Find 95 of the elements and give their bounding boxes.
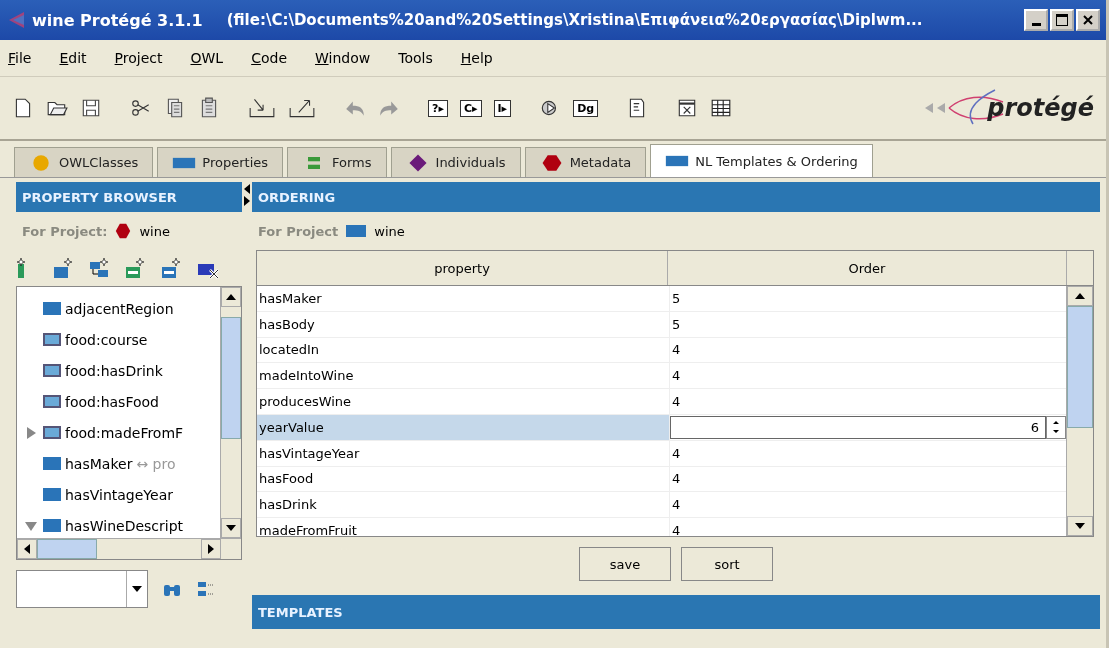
menu-item[interactable]: Edit bbox=[59, 50, 87, 66]
tree-item[interactable]: hasWineDescript bbox=[65, 517, 184, 534]
logo-wordmark: protégé bbox=[987, 94, 1094, 122]
tab[interactable]: NL Templates & Ordering bbox=[650, 144, 873, 177]
tree-item[interactable]: food:hasFood bbox=[65, 393, 159, 410]
table-cell[interactable]: hasFood bbox=[257, 466, 669, 492]
inverse-property-label: ↔ pro bbox=[136, 455, 176, 472]
menu-item[interactable]: Code bbox=[251, 50, 288, 66]
down-arrow-icon bbox=[1075, 523, 1085, 529]
imported-property-icon bbox=[43, 364, 61, 377]
scrollbar-thumb[interactable] bbox=[221, 317, 241, 439]
property-icon bbox=[43, 302, 61, 315]
table-cell[interactable]: hasMaker bbox=[257, 286, 669, 311]
scrollbar-thumb[interactable] bbox=[1067, 306, 1093, 428]
scroll-up-button[interactable] bbox=[221, 287, 241, 307]
property-icon bbox=[43, 457, 61, 470]
menu-item[interactable]: Window bbox=[315, 50, 371, 66]
table-cell[interactable]: hasDrink bbox=[257, 492, 669, 518]
menu-item[interactable]: Project bbox=[114, 50, 163, 66]
property-icon bbox=[43, 488, 61, 501]
scroll-up-button[interactable] bbox=[1067, 286, 1093, 306]
toolbar-button[interactable]: I▸ bbox=[493, 99, 512, 117]
import-icon[interactable] bbox=[248, 97, 276, 119]
dropdown-arrow-icon bbox=[132, 586, 142, 592]
project-name: wine bbox=[374, 223, 405, 239]
floppy-icon[interactable] bbox=[80, 97, 102, 119]
down-arrow-icon bbox=[226, 525, 236, 531]
scrollbar-thumb[interactable] bbox=[37, 539, 97, 559]
scroll-right-button[interactable] bbox=[201, 539, 221, 559]
hexagon-icon bbox=[115, 223, 132, 239]
maximize-button[interactable] bbox=[1050, 9, 1074, 31]
tree-item[interactable]: food:madeFromF bbox=[65, 424, 184, 441]
close-button[interactable] bbox=[1076, 9, 1100, 31]
window-title: wine Protégé 3.1.1 bbox=[32, 10, 203, 30]
expand-right-arrow-icon[interactable] bbox=[244, 196, 250, 206]
panel-header: ORDERING bbox=[252, 182, 1100, 212]
scroll-down-button[interactable] bbox=[1067, 516, 1093, 536]
menu-item[interactable]: OWL bbox=[190, 50, 224, 66]
save-button[interactable]: save bbox=[579, 547, 671, 581]
toolbar-button[interactable]: ?▸ bbox=[428, 99, 448, 117]
toolbar-button[interactable]: C▸ bbox=[459, 99, 482, 117]
table-cell[interactable]: madeFromFruit bbox=[257, 518, 669, 536]
table-cell[interactable]: hasVintageYear bbox=[257, 440, 669, 466]
up-arrow-icon bbox=[226, 294, 236, 300]
column-header[interactable]: Order bbox=[668, 251, 1067, 285]
collapsed-arrow-icon[interactable] bbox=[25, 426, 37, 439]
table-cell[interactable]: hasBody bbox=[257, 311, 669, 337]
spinner-buttons[interactable] bbox=[1046, 416, 1066, 439]
sort-button[interactable]: sort bbox=[681, 547, 773, 581]
tree-item[interactable]: food:hasDrink bbox=[65, 362, 163, 379]
imported-property-icon bbox=[43, 426, 61, 439]
expanded-arrow-icon[interactable] bbox=[25, 519, 37, 532]
up-down-arrows-icon bbox=[1052, 419, 1060, 436]
project-icon bbox=[346, 225, 367, 237]
project-name: wine bbox=[139, 223, 170, 239]
export-icon[interactable] bbox=[288, 97, 316, 119]
menu-item[interactable]: Tools bbox=[398, 50, 433, 66]
table-cell[interactable]: madeIntoWine bbox=[257, 363, 669, 389]
window-path: (file:\C:\Documents%20and%20Settings\Xristina\Επιφάνεια%20εργασίας\Diplwm... bbox=[226, 11, 924, 29]
property-icon bbox=[43, 519, 61, 532]
tree-item[interactable]: food:course bbox=[65, 331, 148, 348]
menu-item[interactable]: File bbox=[8, 50, 32, 66]
project-label: For Project bbox=[258, 223, 339, 239]
close-icon bbox=[1083, 15, 1093, 25]
tree-item[interactable]: hasVintageYear bbox=[65, 486, 173, 503]
spinner-field[interactable]: 6 bbox=[670, 416, 1046, 439]
tab[interactable]: Individuals bbox=[390, 147, 521, 177]
tree-item[interactable]: adjacentRegion bbox=[65, 300, 174, 317]
scroll-left-button[interactable] bbox=[17, 539, 37, 559]
table-cell[interactable]: locatedIn bbox=[257, 337, 669, 363]
panel-header: PROPERTY BROWSER bbox=[16, 182, 242, 212]
imported-property-icon bbox=[43, 333, 61, 346]
table-cell[interactable]: yearValue bbox=[257, 415, 669, 440]
panel-header: TEMPLATES bbox=[252, 595, 1100, 629]
tab[interactable]: Properties bbox=[157, 147, 283, 177]
scissors-icon[interactable] bbox=[130, 97, 152, 119]
toolbar-button[interactable]: Dg bbox=[573, 99, 599, 117]
tab[interactable]: OWLClasses bbox=[14, 147, 154, 177]
right-arrow-icon bbox=[208, 544, 214, 554]
minimize-button[interactable] bbox=[1024, 9, 1048, 31]
column-header[interactable]: property bbox=[257, 251, 668, 285]
project-label: For Project: bbox=[22, 223, 108, 239]
up-arrow-icon bbox=[1075, 293, 1085, 299]
tab[interactable]: Forms bbox=[287, 147, 387, 177]
scroll-down-button[interactable] bbox=[221, 518, 241, 538]
search-combo-box[interactable] bbox=[16, 570, 148, 608]
menu-item[interactable]: Help bbox=[460, 50, 493, 66]
table-cell[interactable]: producesWine bbox=[257, 389, 669, 414]
left-arrow-icon bbox=[24, 544, 30, 554]
list-view-icon[interactable] bbox=[196, 579, 216, 599]
tab[interactable]: Metadata bbox=[524, 147, 647, 177]
imported-property-icon bbox=[43, 395, 61, 408]
tree-item[interactable]: hasMaker bbox=[65, 455, 133, 472]
collapse-left-arrow-icon[interactable] bbox=[244, 184, 250, 194]
table-icon[interactable] bbox=[710, 97, 733, 119]
